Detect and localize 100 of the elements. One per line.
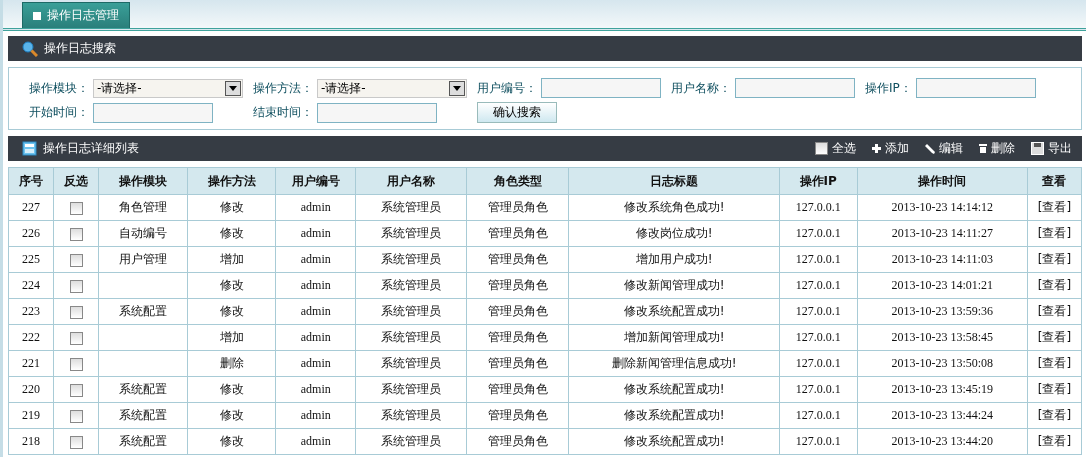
panel-title: 操作日志搜索 (44, 40, 116, 57)
table-cell: 225 (8, 246, 54, 273)
tab[interactable]: 操作日志管理 (22, 2, 130, 28)
column-header: 用户编号 (275, 167, 356, 195)
table-cell: 2013-10-23 14:14:12 (857, 194, 1028, 221)
table-cell: 修改系统配置成功! (568, 298, 780, 325)
table-cell: 220 (8, 376, 54, 403)
table-cell: 修改岗位成功! (568, 220, 780, 247)
table-cell: 2013-10-23 13:59:36 (857, 298, 1028, 325)
table-cell: 自动编号 (98, 220, 188, 247)
table-cell: 127.0.0.1 (779, 402, 858, 429)
table-cell: 修改系统配置成功! (568, 402, 780, 429)
table-cell: 修改 (187, 194, 276, 221)
table-cell: admin (275, 428, 356, 455)
column-header: 角色类型 (466, 167, 569, 195)
table-cell: 2013-10-23 14:01:21 (857, 272, 1028, 299)
column-header: 序号 (8, 167, 54, 195)
table-cell: 管理员角色 (466, 324, 569, 351)
table-cell: 2013-10-23 13:58:45 (857, 324, 1028, 351)
table-cell: 管理员角色 (466, 350, 569, 377)
table-cell: 管理员角色 (466, 428, 569, 455)
table-cell: 修改 (187, 298, 276, 325)
table-cell: 127.0.0.1 (779, 428, 858, 455)
table-cell: 管理员角色 (466, 194, 569, 221)
table-cell: 221 (8, 350, 54, 377)
table-cell: 删除新闻管理信息成功! (568, 350, 780, 377)
table-cell: 219 (8, 402, 54, 429)
field-label: 开始时间： (29, 104, 89, 121)
table-cell: 增加 (187, 324, 276, 351)
table-cell: 管理员角色 (466, 402, 569, 429)
table-cell: 系统管理员 (355, 428, 467, 455)
table-cell: 系统管理员 (355, 220, 467, 247)
table-cell: 2013-10-23 14:11:03 (857, 246, 1028, 273)
table-cell: 角色管理 (98, 194, 188, 221)
table-cell: 127.0.0.1 (779, 350, 858, 377)
dropdown[interactable]: -请选择- (317, 78, 467, 98)
table-cell: 系统管理员 (355, 194, 467, 221)
column-header: 查看 (1027, 167, 1082, 195)
toolbar-button[interactable]: 删除 (979, 140, 1015, 157)
table-cell: 系统配置 (98, 298, 188, 325)
toolbar-button[interactable]: 添加 (872, 140, 909, 157)
dropdown[interactable]: -请选择- (93, 78, 243, 98)
table-cell: 127.0.0.1 (779, 246, 858, 273)
table-cell: 系统配置 (98, 376, 188, 403)
table-cell: 系统管理员 (355, 272, 467, 299)
table-cell: admin (275, 402, 356, 429)
table-cell: 222 (8, 324, 54, 351)
table-cell: 增加用户成功! (568, 246, 780, 273)
column-header: 操作IP (779, 167, 858, 195)
table-cell: 系统管理员 (355, 298, 467, 325)
table-cell: admin (275, 298, 356, 325)
field-label: 用户编号： (477, 79, 537, 97)
table-cell: 管理员角色 (466, 376, 569, 403)
table-cell: admin (275, 194, 356, 221)
table-cell: 127.0.0.1 (779, 298, 858, 325)
table-cell: 修改系统配置成功! (568, 428, 780, 455)
table-cell: 系统管理员 (355, 324, 467, 351)
table-cell: 系统管理员 (355, 350, 467, 377)
field-label: 操作IP： (865, 79, 912, 97)
table-cell: 修改 (187, 220, 276, 247)
table-cell: 系统管理员 (355, 402, 467, 429)
toolbar-button[interactable]: 导出 (1031, 140, 1072, 157)
table-cell: admin (275, 246, 356, 273)
table-cell: 2013-10-23 13:45:19 (857, 376, 1028, 403)
table-cell: 管理员角色 (466, 246, 569, 273)
column-header: 用户名称 (355, 167, 467, 195)
table-cell: 管理员角色 (466, 220, 569, 247)
table-cell: 修改系统角色成功! (568, 194, 780, 221)
table-cell: 修改 (187, 272, 276, 299)
table-cell: 删除 (187, 350, 276, 377)
table-cell: 修改 (187, 428, 276, 455)
table-cell: 增加新闻管理成功! (568, 324, 780, 351)
field-label: 用户名称： (671, 79, 731, 97)
search-button[interactable]: 确认搜索 (477, 102, 557, 123)
table-cell: 127.0.0.1 (779, 272, 858, 299)
table-cell: 系统管理员 (355, 376, 467, 403)
table-cell: admin (275, 220, 356, 247)
table-cell: 127.0.0.1 (779, 220, 858, 247)
field-label: 操作模块： (29, 79, 89, 97)
table-cell: 224 (8, 272, 54, 299)
table-cell: 227 (8, 194, 54, 221)
table-cell: 系统管理员 (355, 246, 467, 273)
table-cell: 2013-10-23 14:11:27 (857, 220, 1028, 247)
table-cell: 127.0.0.1 (779, 324, 858, 351)
column-header: 反选 (53, 167, 99, 195)
table-cell: 2013-10-23 13:50:08 (857, 350, 1028, 377)
table-cell: 系统配置 (98, 428, 188, 455)
table-cell: admin (275, 272, 356, 299)
column-header: 操作方法 (187, 167, 276, 195)
toolbar-button[interactable]: 编辑 (925, 140, 963, 157)
table-cell: 223 (8, 298, 54, 325)
table-cell: 2013-10-23 13:44:24 (857, 402, 1028, 429)
table-cell: 2013-10-23 13:44:20 (857, 428, 1028, 455)
select-all-checkbox[interactable]: 全选 (815, 140, 856, 157)
field-label: 结束时间： (253, 104, 313, 121)
field-label: 操作方法： (253, 79, 313, 97)
table-cell: admin (275, 376, 356, 403)
table-cell: 218 (8, 428, 54, 455)
table-cell: admin (275, 324, 356, 351)
table-cell: 127.0.0.1 (779, 376, 858, 403)
